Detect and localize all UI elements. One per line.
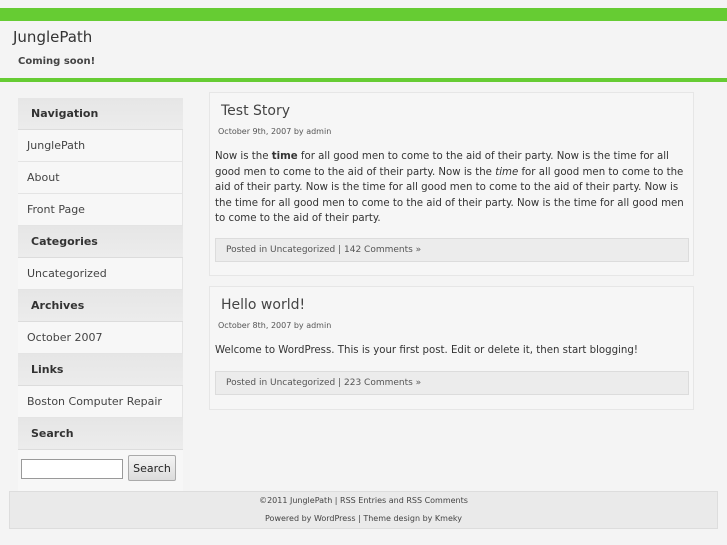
archives-heading: Archives: [18, 290, 183, 322]
post-meta: October 8th, 2007 by admin: [218, 321, 332, 330]
footer-text: | Theme design by: [355, 514, 435, 523]
post-title[interactable]: Test Story: [221, 103, 290, 119]
nav-link-about[interactable]: About: [18, 162, 183, 194]
nav-link-junglepath[interactable]: JunglePath: [18, 130, 183, 162]
header-divider-bar: [0, 78, 727, 82]
top-strip: [0, 0, 727, 8]
search-heading: Search: [18, 418, 183, 450]
category-link[interactable]: Uncategorized: [270, 378, 335, 388]
post-footer: Posted in Uncategorized | 142 Comments »: [215, 238, 689, 262]
footer-line-2: Powered by WordPress | Theme design by K…: [10, 514, 717, 523]
site-footer: ©2011 JunglePath | RSS Entries and RSS C…: [9, 491, 718, 529]
category-link[interactable]: Uncategorized: [270, 245, 335, 255]
designer-link[interactable]: Kmeky: [435, 514, 462, 523]
post-footer: Posted in Uncategorized | 223 Comments »: [215, 371, 689, 395]
search-button[interactable]: Search: [128, 455, 176, 481]
footer-text: and: [386, 496, 407, 505]
site-description: Coming soon!: [18, 56, 96, 67]
separator: |: [335, 378, 344, 388]
nav-link-front-page[interactable]: Front Page: [18, 194, 183, 226]
post-meta: October 9th, 2007 by admin: [218, 127, 332, 136]
post-body-bold: time: [271, 151, 298, 162]
separator: |: [335, 245, 344, 255]
link-boston-computer-repair[interactable]: Boston Computer Repair: [18, 386, 183, 418]
post-hello-world: Hello world! October 8th, 2007 by admin …: [209, 286, 694, 410]
site-title[interactable]: JunglePath: [13, 28, 92, 46]
search-input[interactable]: [21, 459, 123, 479]
comments-link[interactable]: 142 Comments »: [344, 245, 421, 255]
post-body-text: Now is the: [215, 151, 272, 162]
post-title[interactable]: Hello world!: [221, 297, 305, 313]
posted-in-label: Posted in: [226, 378, 271, 388]
footer-text: Powered by: [265, 514, 314, 523]
copyright-text: ©2011 JunglePath |: [259, 496, 341, 505]
post-body: Welcome to WordPress. This is your first…: [215, 345, 638, 356]
post-body-italic: time: [495, 166, 519, 178]
footer-line-1: ©2011 JunglePath | RSS Entries and RSS C…: [10, 496, 717, 505]
sidebar: Navigation JunglePath About Front Page C…: [18, 98, 183, 495]
links-heading: Links: [18, 354, 183, 386]
archive-link-october-2007[interactable]: October 2007: [18, 322, 183, 354]
category-link-uncategorized[interactable]: Uncategorized: [18, 258, 183, 290]
rss-comments-link[interactable]: RSS Comments: [406, 496, 468, 505]
wordpress-link[interactable]: WordPress: [314, 514, 356, 523]
site-header: JunglePath Coming soon!: [0, 21, 727, 78]
rss-entries-link[interactable]: RSS Entries: [340, 496, 386, 505]
posted-in-label: Posted in: [226, 245, 271, 255]
navigation-heading: Navigation: [18, 98, 183, 130]
header-accent-bar: [0, 8, 727, 21]
search-form: Search: [18, 450, 183, 495]
post-body: Now is the time for all good men to come…: [215, 149, 689, 227]
comments-link[interactable]: 223 Comments »: [344, 378, 421, 388]
categories-heading: Categories: [18, 226, 183, 258]
post-test-story: Test Story October 9th, 2007 by admin No…: [209, 92, 694, 276]
